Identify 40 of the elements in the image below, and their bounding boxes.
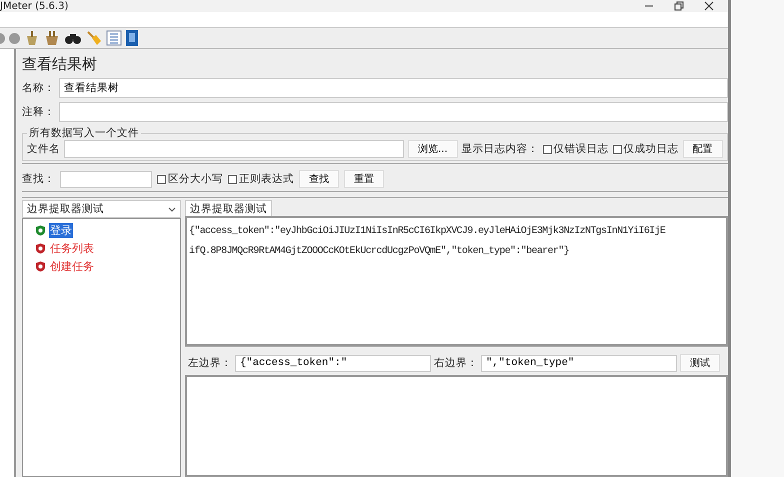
field-label: 文件名: [27, 142, 60, 156]
stop-icon[interactable]: [9, 32, 20, 44]
success-only-checkbox[interactable]: 仅成功日志: [612, 142, 679, 156]
panel-title: 查看结果树: [22, 55, 98, 74]
response-text: {"access_token":"eyJhbGciOiJIUzI1NiIsInR5cCI6IkpXVCJ9.eyJleHAiOjE3Mjk3NzIzNTgsInN1YiI6IjE: [189, 224, 666, 239]
tab[interactable]: 边界提取器测试: [185, 200, 272, 216]
tree-item[interactable]: 登录: [49, 222, 73, 238]
browse-button[interactable]: 浏览...: [408, 140, 458, 158]
renderer-dropdown[interactable]: 边界提取器测试: [22, 200, 181, 218]
tree-item[interactable]: 创建任务: [49, 258, 95, 274]
test-button[interactable]: 测试: [680, 354, 720, 372]
case-sensitive-checkbox[interactable]: 区分大小写: [157, 172, 223, 186]
response-text: ifQ.8P8JMQcR9RtAM4GjtZOOOCcKOtEkUcrcdUcgzPoVQmE","token_type":"bearer"}: [189, 244, 570, 259]
close-icon[interactable]: [704, 1, 714, 11]
left-boundary-label: 左边界：: [188, 356, 232, 370]
section-legend: 所有数据写入一个文件: [27, 126, 141, 140]
regex-checkbox[interactable]: 正则表达式: [228, 172, 294, 186]
restore-icon[interactable]: [674, 1, 684, 11]
list-icon[interactable]: [106, 30, 122, 46]
right-boundary-field[interactable]: ","token_type": [481, 354, 677, 372]
chevron-icon: [168, 206, 176, 212]
success-shield-icon: [35, 224, 46, 236]
error-shield-icon: [35, 260, 46, 272]
search-label: 查找：: [22, 172, 55, 186]
find-button[interactable]: 查找: [299, 170, 339, 188]
field-label: 名称：: [22, 81, 55, 95]
log-label: 显示日志内容：: [462, 142, 539, 156]
reset-button[interactable]: 重置: [344, 170, 384, 188]
right-boundary-label: 右边界：: [434, 356, 478, 370]
tree-item[interactable]: 任务列表: [49, 240, 95, 256]
configure-button[interactable]: 配置: [682, 140, 723, 158]
comment-field[interactable]: [59, 102, 728, 122]
search-field[interactable]: [60, 170, 152, 188]
field-label: 注释：: [22, 105, 55, 119]
name-field[interactable]: 查看结果树: [59, 78, 728, 98]
left-boundary-field[interactable]: {"access_token":": [235, 354, 431, 372]
error-shield-icon: [35, 242, 46, 254]
errors-only-checkbox[interactable]: 仅错误日志: [542, 142, 609, 156]
binoculars-icon[interactable]: [64, 31, 82, 45]
filename-field[interactable]: [64, 140, 404, 158]
